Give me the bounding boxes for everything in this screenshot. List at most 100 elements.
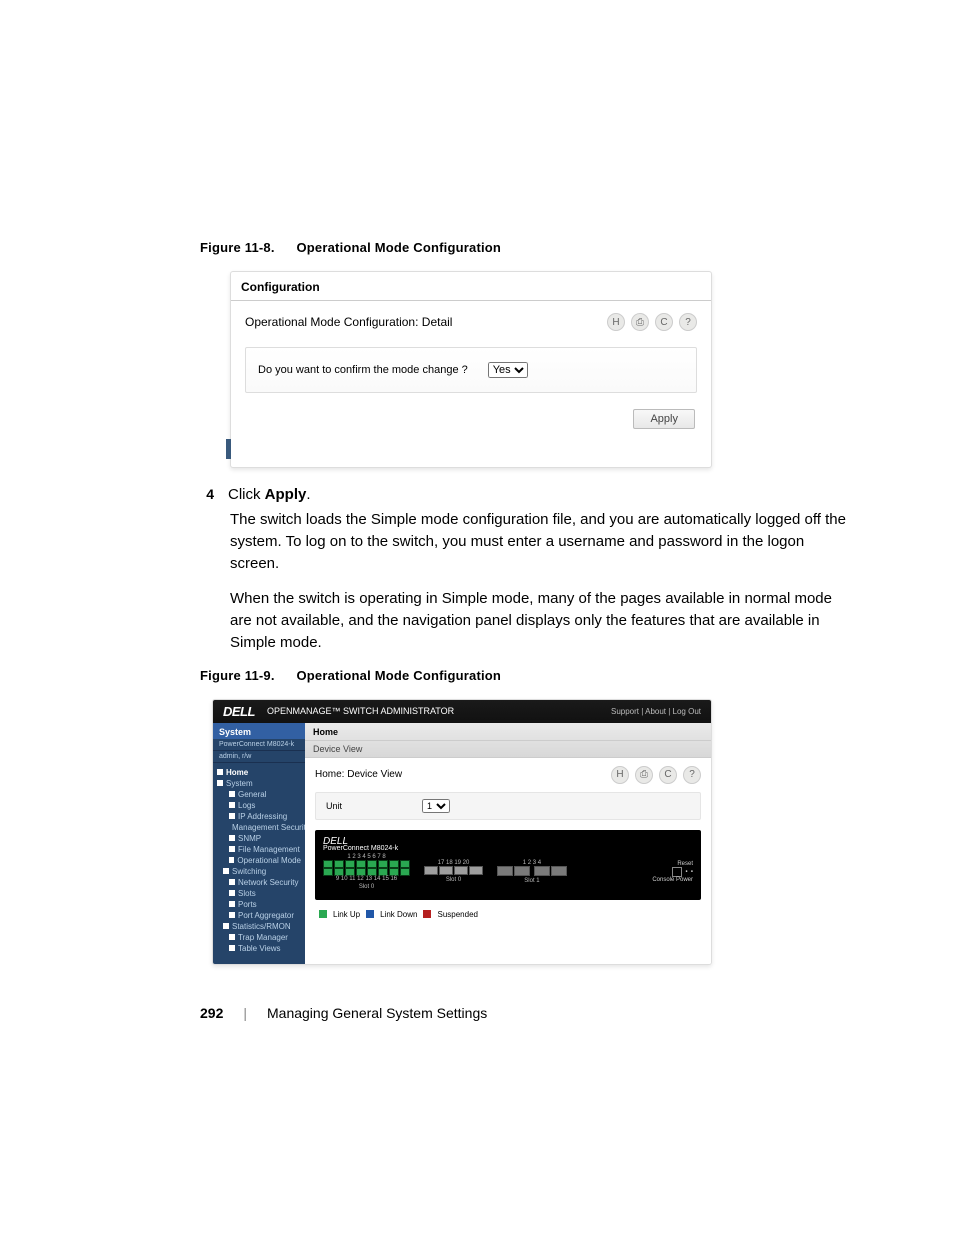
- unit-select[interactable]: 1: [422, 799, 450, 813]
- port-icon[interactable]: [400, 860, 410, 868]
- port-icon[interactable]: [439, 866, 453, 875]
- nav-item[interactable]: Port Aggregator: [217, 910, 301, 921]
- nav-label: Table Views: [238, 944, 281, 953]
- nav-item[interactable]: Home: [217, 767, 301, 778]
- nav-label: File Management: [238, 845, 300, 854]
- plus-icon[interactable]: [229, 835, 235, 841]
- help-icon[interactable]: ?: [679, 313, 697, 331]
- app-name: OPENMANAGE™ SWITCH ADMINISTRATOR: [267, 706, 454, 716]
- figure-9-screenshot: DELL OPENMANAGE™ SWITCH ADMINISTRATOR Su…: [212, 699, 712, 965]
- breadcrumb-home[interactable]: Home: [305, 723, 711, 741]
- port-icon[interactable]: [356, 868, 366, 876]
- port-icon[interactable]: [400, 868, 410, 876]
- sidebar-device: PowerConnect M8024-k: [213, 739, 305, 751]
- plus-icon[interactable]: [229, 813, 235, 819]
- plus-icon[interactable]: [229, 912, 235, 918]
- plus-icon[interactable]: [229, 802, 235, 808]
- port-icon[interactable]: [367, 868, 377, 876]
- step-suffix: .: [306, 486, 310, 503]
- nav-item[interactable]: Statistics/RMON: [217, 921, 301, 932]
- tab-configuration[interactable]: Configuration: [231, 272, 711, 301]
- nav-item[interactable]: Network Security: [217, 877, 301, 888]
- port-icon[interactable]: [323, 860, 333, 868]
- nav-item[interactable]: General: [217, 789, 301, 800]
- plus-icon[interactable]: [229, 901, 235, 907]
- minus-icon[interactable]: [223, 923, 229, 929]
- nav-item[interactable]: Logs: [217, 800, 301, 811]
- nav-item[interactable]: Trap Manager: [217, 932, 301, 943]
- plus-icon[interactable]: [229, 846, 235, 852]
- sidebar: System PowerConnect M8024-k admin, r/w H…: [213, 723, 305, 964]
- figure-number: Figure 11-9.: [200, 668, 275, 683]
- dell-logo: DELL: [223, 704, 255, 719]
- port-icon[interactable]: [497, 866, 513, 876]
- figure-9-caption: Figure 11-9. Operational Mode Configurat…: [200, 668, 854, 683]
- plus-icon[interactable]: [229, 879, 235, 885]
- minus-icon[interactable]: [217, 780, 223, 786]
- port-icon[interactable]: [323, 868, 333, 876]
- nav-item[interactable]: Slots: [217, 888, 301, 899]
- save-icon[interactable]: H: [607, 313, 625, 331]
- port-icon[interactable]: [345, 860, 355, 868]
- refresh-icon[interactable]: C: [655, 313, 673, 331]
- topbar-links[interactable]: Support | About | Log Out: [611, 707, 701, 716]
- port-icon[interactable]: [356, 860, 366, 868]
- nav-label: Operational Mode: [237, 856, 301, 865]
- plus-icon[interactable]: [229, 890, 235, 896]
- save-icon[interactable]: H: [611, 766, 629, 784]
- breadcrumb-current[interactable]: Device View: [305, 741, 711, 757]
- figure-number: Figure 11-8.: [200, 240, 275, 255]
- port-icon[interactable]: [469, 866, 483, 875]
- nav-label: System: [226, 779, 253, 788]
- nav-item[interactable]: Management Security: [217, 822, 301, 833]
- plus-icon[interactable]: [229, 791, 235, 797]
- port-icon[interactable]: [534, 866, 550, 876]
- port-icon[interactable]: [378, 860, 388, 868]
- print-icon[interactable]: ⎙: [635, 766, 653, 784]
- port-icon[interactable]: [334, 860, 344, 868]
- nav-item[interactable]: SNMP: [217, 833, 301, 844]
- minus-icon[interactable]: [223, 868, 229, 874]
- legend-link-up: Link Up: [333, 910, 360, 919]
- port-icon[interactable]: [424, 866, 438, 875]
- port-icon[interactable]: [514, 866, 530, 876]
- nav-item[interactable]: Ports: [217, 899, 301, 910]
- nav-label: Logs: [238, 801, 255, 810]
- paragraph-2: When the switch is operating in Simple m…: [230, 588, 854, 653]
- nav-item[interactable]: Table Views: [217, 943, 301, 954]
- topbar-left: DELL OPENMANAGE™ SWITCH ADMINISTRATOR: [223, 704, 454, 719]
- unit-selector-panel: Unit 1: [315, 792, 701, 820]
- nav-item[interactable]: Switching: [217, 866, 301, 877]
- step-4: 4 Click Apply.: [200, 486, 854, 503]
- print-icon[interactable]: ⎙: [631, 313, 649, 331]
- plus-icon[interactable]: [229, 857, 234, 863]
- nav-label: Home: [226, 768, 248, 777]
- port-icon[interactable]: [454, 866, 468, 875]
- refresh-icon[interactable]: C: [659, 766, 677, 784]
- port-icon[interactable]: [345, 868, 355, 876]
- ports-row-bottom: [323, 868, 410, 876]
- nav-label: Port Aggregator: [238, 911, 294, 920]
- content-area: Home Device View Home: Device View H ⎙ C…: [305, 723, 711, 964]
- port-icon[interactable]: [367, 860, 377, 868]
- confirm-select[interactable]: Yes: [488, 362, 528, 378]
- port-icon[interactable]: [378, 868, 388, 876]
- plus-icon[interactable]: [229, 945, 235, 951]
- breadcrumb: Home Device View: [305, 723, 711, 758]
- port-icon[interactable]: [334, 868, 344, 876]
- main-area: System PowerConnect M8024-k admin, r/w H…: [213, 723, 711, 964]
- figure-8-screenshot: Configuration Operational Mode Configura…: [230, 271, 712, 468]
- port-icon[interactable]: [389, 860, 399, 868]
- nav-item[interactable]: Operational Mode: [217, 855, 301, 866]
- nav-item[interactable]: File Management: [217, 844, 301, 855]
- step-prefix: Click: [228, 486, 265, 503]
- nav-item[interactable]: IP Addressing: [217, 811, 301, 822]
- nav-item[interactable]: System: [217, 778, 301, 789]
- port-icon[interactable]: [551, 866, 567, 876]
- plus-icon[interactable]: [229, 934, 235, 940]
- port-icon[interactable]: [389, 868, 399, 876]
- minus-icon[interactable]: [217, 769, 223, 775]
- apply-button[interactable]: Apply: [633, 409, 695, 429]
- help-icon[interactable]: ?: [683, 766, 701, 784]
- port-legend: Link Up Link Down Suspended: [305, 906, 711, 927]
